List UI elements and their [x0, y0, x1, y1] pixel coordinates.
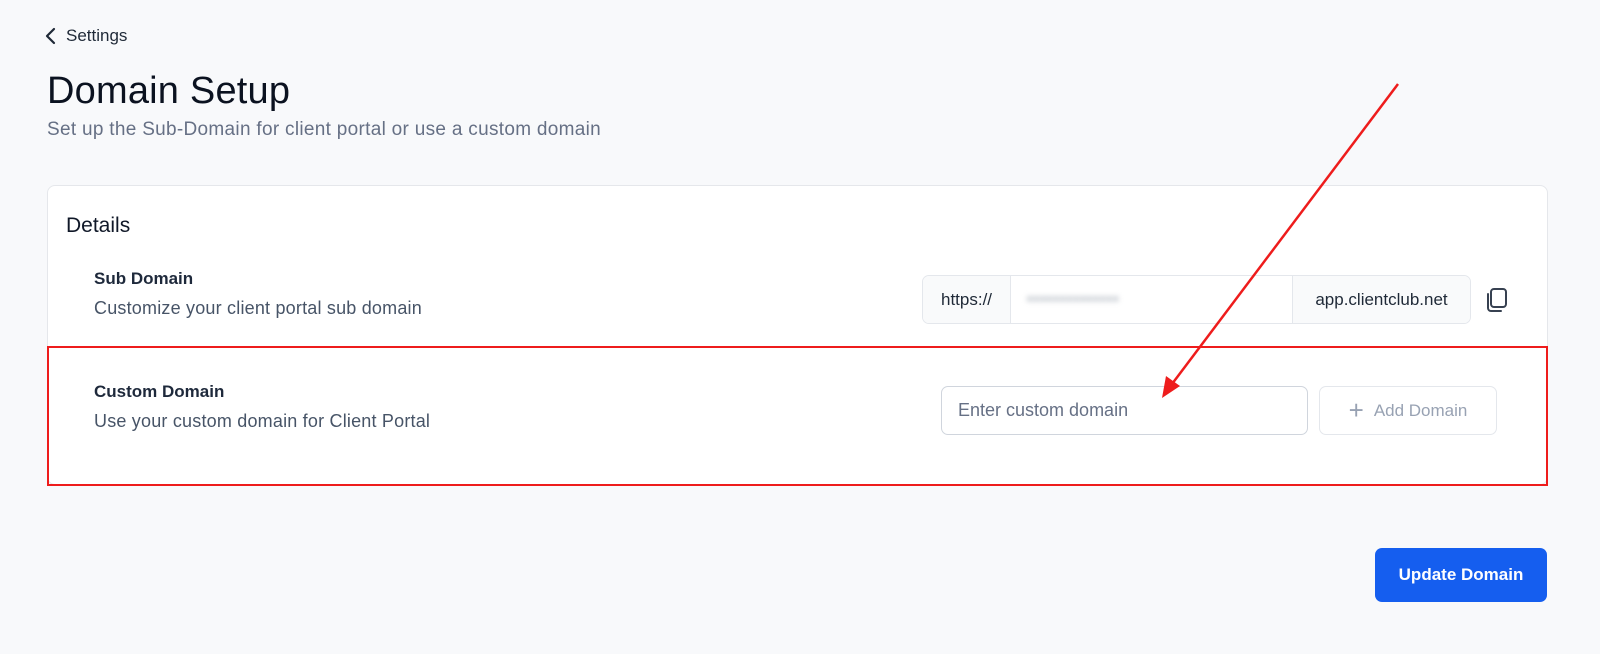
sub-domain-input-group: https:// •••••••••••••• app.clientclub.n…: [922, 275, 1471, 324]
custom-domain-input[interactable]: [941, 386, 1308, 435]
page-title: Domain Setup: [47, 70, 291, 112]
update-domain-button[interactable]: Update Domain: [1375, 548, 1547, 602]
protocol-prefix: https://: [923, 276, 1011, 323]
copy-button[interactable]: [1482, 286, 1510, 314]
sub-domain-field[interactable]: ••••••••••••••: [1011, 276, 1292, 323]
back-to-settings-link[interactable]: Settings: [44, 26, 127, 46]
custom-domain-title: Custom Domain: [94, 382, 225, 401]
plus-icon: +: [1348, 394, 1364, 425]
sub-domain-value: ••••••••••••••: [1027, 290, 1120, 308]
custom-domain-description: Use your custom domain for Client Portal: [94, 411, 431, 431]
add-domain-label: Add Domain: [1373, 400, 1468, 420]
page-subtitle: Set up the Sub-Domain for client portal …: [47, 119, 602, 140]
add-domain-button[interactable]: + Add Domain: [1319, 386, 1497, 435]
domain-suffix: app.clientclub.net: [1292, 276, 1470, 323]
chevron-left-icon: [45, 27, 56, 45]
sub-domain-title: Sub Domain: [94, 269, 194, 288]
copy-icon: [1487, 288, 1507, 312]
details-card-title: Details: [66, 214, 131, 237]
details-card: Details Sub Domain Customize your client…: [47, 185, 1548, 485]
sub-domain-description: Customize your client portal sub domain: [94, 298, 422, 318]
back-link-label: Settings: [66, 26, 128, 45]
